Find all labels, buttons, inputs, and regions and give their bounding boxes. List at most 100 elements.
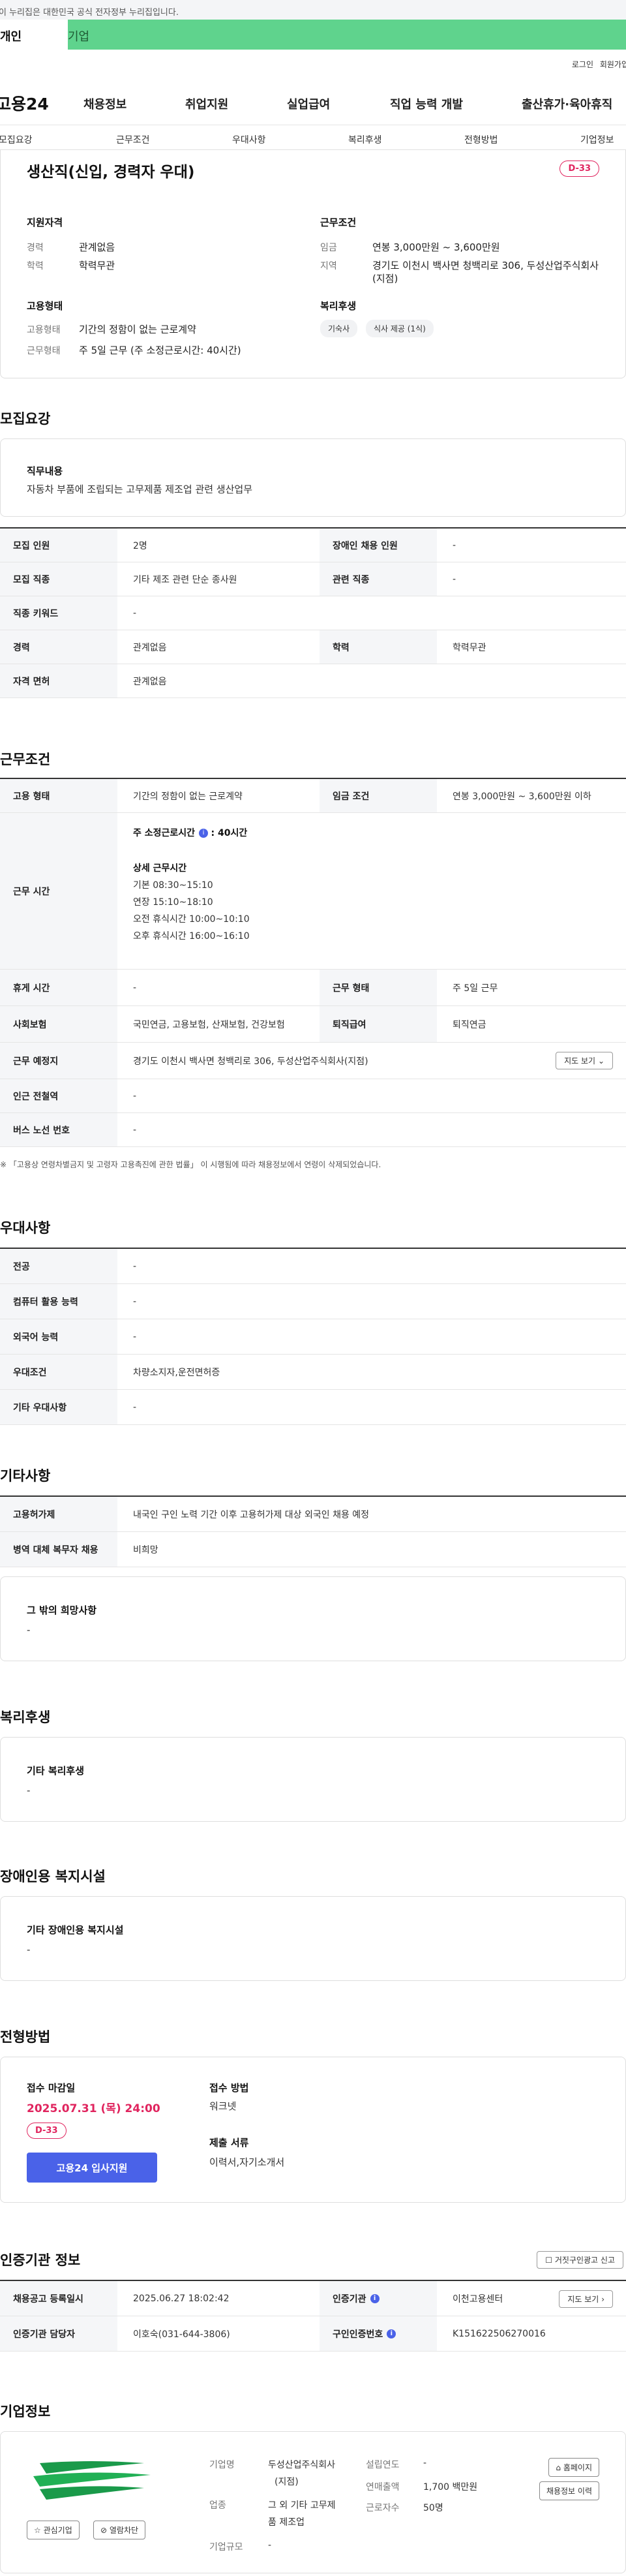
info-icon[interactable]: i bbox=[370, 2293, 380, 2303]
table-header: 채용공고 등록일시 bbox=[0, 2281, 117, 2316]
anchor-tab-work[interactable]: 근무조건 bbox=[116, 133, 150, 146]
table-header: 구인인증번호 i bbox=[320, 2316, 437, 2351]
employees-key: 근로자수 bbox=[366, 2503, 400, 2513]
join-link[interactable]: 회원가입 bbox=[600, 59, 626, 70]
table-header: 근무 형태 bbox=[320, 970, 437, 1005]
anchor-tab-company[interactable]: 기업정보 bbox=[580, 133, 614, 146]
age-notice: ※ 「고용상 연령차별금지 및 고령자 고용촉진에 관한 법률」 이 시행됨에 … bbox=[0, 1160, 381, 1169]
hope-box: 그 밖의 희망사항 - bbox=[0, 1576, 626, 1661]
disabled-value: - bbox=[27, 1944, 31, 1955]
report-fake-ad-label: 거짓구인광고 신고 bbox=[554, 2256, 615, 2265]
table-row: 고용허가제 내국인 구인 노력 기간 이후 고용허가제 대상 외국인 채용 예정 bbox=[0, 1497, 626, 1532]
worktime-summary: 주 소정근로시간 i : 40시간 bbox=[133, 826, 247, 839]
table-cell: 학력무관 bbox=[453, 642, 486, 653]
anchor-tab-recruit[interactable]: 모집요강 bbox=[0, 133, 33, 146]
welfare-label: 기타 복리후생 bbox=[27, 1765, 85, 1777]
table-header: 자격 면허 bbox=[0, 664, 117, 698]
industry-value: 그 외 기타 고무제 bbox=[268, 2500, 336, 2511]
table-cell: 2025.06.27 18:02:42 bbox=[133, 2293, 230, 2304]
worktime-detail-label-text: 상세 근무시간 bbox=[133, 863, 187, 874]
work-table: 고용 형태 기간의 정함이 없는 근로계약 임금 조건 연봉 3,000만원 ~… bbox=[0, 778, 626, 1147]
selection-box: 접수 마감일 2025.07.31 (목) 24:00 D-33 고용24 입사… bbox=[0, 2057, 626, 2203]
table-header: 전공 bbox=[0, 1249, 117, 1283]
table-cell: 내국인 구인 노력 기간 이후 고용허가제 대상 외국인 채용 예정 bbox=[133, 1509, 370, 1520]
block-view-button[interactable]: ⊘ 열람차단 bbox=[93, 2521, 146, 2539]
selection-section-title: 전형방법 bbox=[0, 2029, 51, 2045]
industry-key: 업종 bbox=[209, 2500, 226, 2511]
gnb-menu-unemployment-benefit[interactable]: 실업급여 bbox=[287, 95, 330, 112]
table-cell: - bbox=[133, 1261, 137, 1272]
tab-company[interactable]: 기업 bbox=[68, 20, 626, 50]
cond-wage-key: 임금 bbox=[320, 243, 337, 253]
job-history-button[interactable]: 채용정보 이력 bbox=[539, 2481, 599, 2500]
gnb-menu-jobs[interactable]: 채용정보 bbox=[83, 95, 127, 112]
table-row: 버스 노선 번호 - bbox=[0, 1113, 626, 1147]
welfare-summary-title: 복리후생 bbox=[320, 300, 357, 312]
sales-value: 1,700 백만원 bbox=[423, 2482, 478, 2492]
table-cell: - bbox=[133, 1331, 137, 1342]
cond-region-line2: (지점) bbox=[320, 271, 398, 285]
anchor-tab-pref[interactable]: 우대사항 bbox=[232, 133, 266, 146]
company-section-title: 기업정보 bbox=[0, 2404, 51, 2419]
table-header: 고용 형태 bbox=[0, 779, 117, 812]
table-cell: 관계없음 bbox=[133, 676, 167, 687]
chevron-right-icon: › bbox=[601, 2295, 604, 2304]
anchor-tab-selection[interactable]: 전형방법 bbox=[464, 133, 498, 146]
table-cell: - bbox=[133, 1090, 137, 1101]
table-cell: 비희망 bbox=[133, 1544, 158, 1556]
table-header: 장애인 채용 인원 bbox=[320, 529, 437, 562]
employ-shape-value: 주 5일 근무 (주 소정근로시간: 40시간) bbox=[79, 345, 241, 356]
welfare-section-title: 복리후생 bbox=[0, 1710, 51, 1725]
qual-career: 경력 관계없음 bbox=[27, 240, 115, 254]
table-cell: 연봉 3,000만원 ~ 3,600만원 이하 bbox=[453, 791, 591, 802]
welfare-chip-meal: 식사 제공 (1식) bbox=[366, 320, 434, 337]
map-button[interactable]: 지도 보기 ⌄ bbox=[556, 1052, 613, 1069]
favorite-company-button[interactable]: ☆ 관심기업 bbox=[27, 2521, 80, 2539]
table-header: 컴퓨터 활용 능력 bbox=[0, 1284, 117, 1319]
employ-type: 고용형태 기간의 정함이 없는 근로계약 bbox=[27, 322, 196, 336]
company-name-value-2: (지점) bbox=[275, 2477, 299, 2487]
docs-value: 이력서,자기소개서 bbox=[209, 2156, 285, 2168]
job-title: 생산직(신입, 경력자 우대) bbox=[27, 164, 195, 181]
gnb-menu-job-training[interactable]: 직업 능력 개발 bbox=[390, 95, 463, 112]
anchor-tab-welfare[interactable]: 복리후생 bbox=[348, 133, 382, 146]
info-icon[interactable]: i bbox=[199, 829, 209, 838]
table-header: 사회보험 bbox=[0, 1006, 117, 1042]
cond-wage-value: 연봉 3,000만원 ~ 3,600만원 bbox=[372, 241, 500, 253]
employees-value: 50명 bbox=[423, 2503, 443, 2513]
qual-edu-key: 학력 bbox=[27, 261, 44, 271]
site-logo[interactable]: 고용24 bbox=[0, 91, 49, 115]
table-row: 인근 전철역 - bbox=[0, 1079, 626, 1113]
tab-person[interactable]: 개인 bbox=[0, 20, 68, 50]
global-nav: 고용24 채용정보 취업지원 실업급여 직업 능력 개발 출산휴가·육아휴직 bbox=[0, 76, 626, 125]
homepage-button[interactable]: ⌂ 홈페이지 bbox=[548, 2458, 599, 2477]
table-cell: - bbox=[133, 1402, 137, 1413]
cert-section-title: 인증기관 정보 bbox=[0, 2252, 81, 2268]
table-header: 병역 대체 복무자 채용 bbox=[0, 1532, 117, 1567]
table-row: 휴게 시간 - 근무 형태 주 5일 근무 bbox=[0, 970, 626, 1006]
cond-region-line2-value: (지점) bbox=[372, 273, 398, 284]
table-header: 모집 직종 bbox=[0, 562, 117, 596]
cond-region-value: 경기도 이천시 백사면 청백리로 306, 두성산업주식회사 bbox=[372, 260, 599, 271]
login-link[interactable]: 로그인 bbox=[572, 59, 593, 70]
table-cell: 국민연금, 고용보험, 산재보험, 건강보험 bbox=[133, 1019, 285, 1030]
info-icon[interactable]: i bbox=[387, 2329, 396, 2338]
company-size-key: 기업규모 bbox=[209, 2542, 243, 2553]
gnb-menu-employment-support[interactable]: 취업지원 bbox=[185, 95, 228, 112]
report-fake-ad-button[interactable]: ☐ 거짓구인광고 신고 bbox=[537, 2251, 623, 2269]
gov-banner: 이 누리집은 대한민국 공식 전자정부 누리집입니다. bbox=[0, 0, 626, 20]
apply-button[interactable]: 고용24 입사지원 bbox=[27, 2153, 157, 2183]
employ-type-key: 고용형태 bbox=[27, 325, 61, 335]
gnb-menu-maternity-leave[interactable]: 출산휴가·육아휴직 bbox=[522, 95, 612, 112]
pref-table: 전공 - 컴퓨터 활용 능력 - 외국어 능력 - 우대조건 차량소지자,운전면… bbox=[0, 1248, 626, 1425]
table-row: 컴퓨터 활용 능력 - bbox=[0, 1284, 626, 1319]
cond-wage: 임금 연봉 3,000만원 ~ 3,600만원 bbox=[320, 240, 500, 254]
agency-map-button[interactable]: 지도 보기 › bbox=[559, 2290, 613, 2308]
table-header: 인증기관 담당자 bbox=[0, 2316, 117, 2351]
table-row: 우대조건 차량소지자,운전면허증 bbox=[0, 1355, 626, 1390]
welfare-value: - bbox=[27, 1785, 31, 1796]
table-cell: 이호숙(031-644-3806) bbox=[133, 2329, 230, 2340]
table-row: 병역 대체 복무자 채용 비희망 bbox=[0, 1532, 626, 1567]
table-header: 우대조건 bbox=[0, 1355, 117, 1389]
table-row: 전공 - bbox=[0, 1249, 626, 1284]
